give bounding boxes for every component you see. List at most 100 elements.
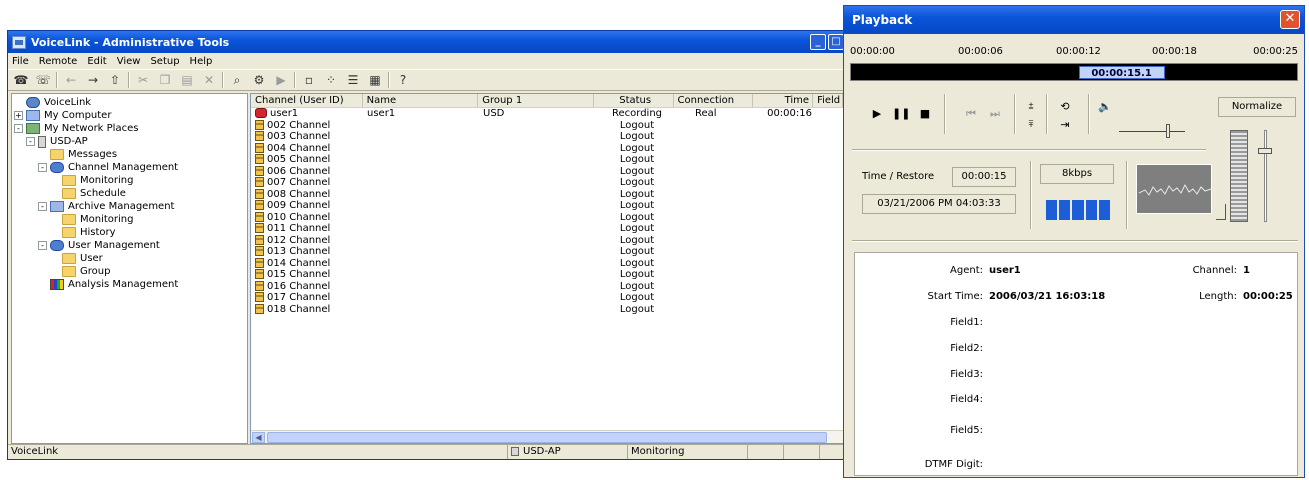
column-connection[interactable]: Connection bbox=[674, 94, 754, 107]
tree-item[interactable]: Group bbox=[14, 265, 245, 278]
tree-item[interactable]: VoiceLink bbox=[14, 96, 245, 109]
play-icon[interactable]: ▶ bbox=[868, 105, 886, 123]
table-row[interactable]: 010 Channel Logout bbox=[251, 211, 843, 224]
channel-icon bbox=[255, 177, 264, 188]
collapse-icon[interactable]: - bbox=[38, 202, 47, 211]
small-icons-view-icon[interactable]: ⁘ bbox=[322, 72, 340, 88]
channel-label: 008 Channel bbox=[267, 188, 331, 200]
minimize-button[interactable]: _ bbox=[810, 34, 826, 50]
menu-remote[interactable]: Remote bbox=[39, 56, 78, 67]
tree-item[interactable]: - USD-AP bbox=[14, 135, 245, 148]
speaker-icon[interactable]: 🔈 bbox=[1096, 98, 1114, 116]
help-icon[interactable]: ? bbox=[394, 72, 412, 88]
repeat-icon[interactable]: ⟲ bbox=[1056, 98, 1074, 116]
table-row[interactable]: 007 Channel Logout bbox=[251, 177, 843, 189]
table-row[interactable]: 018 Channel Logout bbox=[251, 303, 843, 316]
table-row[interactable]: 005 Channel Logout bbox=[251, 154, 843, 166]
paste-icon[interactable]: ▤ bbox=[178, 72, 196, 88]
properties-icon[interactable]: ⚙ bbox=[250, 72, 268, 88]
tree-item[interactable]: Monitoring bbox=[14, 213, 245, 226]
list-view-icon[interactable]: ☰ bbox=[344, 72, 362, 88]
large-icons-view-icon[interactable]: ▫ bbox=[300, 72, 318, 88]
column-group[interactable]: Group 1 bbox=[478, 94, 594, 107]
tree-item[interactable]: - Archive Management bbox=[14, 200, 245, 213]
table-row[interactable]: 012 Channel Logout bbox=[251, 234, 843, 247]
skip-forward-icon[interactable]: ⏭ bbox=[986, 105, 1004, 123]
disconnect-icon[interactable]: ☏ bbox=[34, 72, 52, 88]
column-name[interactable]: Name bbox=[363, 94, 479, 107]
table-row[interactable]: 002 Channel Logout bbox=[251, 119, 843, 132]
tree-item[interactable]: Monitoring bbox=[14, 174, 245, 187]
table-row[interactable]: 016 Channel Logout bbox=[251, 280, 843, 293]
normalize-button[interactable]: Normalize bbox=[1218, 97, 1296, 117]
table-row[interactable]: 004 Channel Logout bbox=[251, 142, 843, 155]
pause-icon[interactable]: ❚❚ bbox=[892, 105, 910, 123]
maximize-button[interactable]: □ bbox=[828, 34, 844, 50]
table-row[interactable]: user1 user1 USD Recording Real 00:00:16 bbox=[251, 108, 843, 120]
column-status[interactable]: Status bbox=[594, 94, 674, 107]
gain-slider-knob[interactable] bbox=[1258, 148, 1272, 154]
gain-slider[interactable] bbox=[1264, 130, 1267, 222]
cut-icon[interactable]: ✂ bbox=[134, 72, 152, 88]
column-time[interactable]: Time bbox=[753, 94, 814, 107]
table-row[interactable]: 014 Channel Logout bbox=[251, 257, 843, 270]
scroll-thumb[interactable] bbox=[267, 432, 827, 443]
collapse-icon[interactable]: - bbox=[26, 137, 35, 146]
play-icon[interactable]: ▶ bbox=[272, 72, 290, 88]
table-row[interactable]: 006 Channel Logout bbox=[251, 165, 843, 178]
table-row[interactable]: 013 Channel Logout bbox=[251, 246, 843, 258]
tree-item[interactable]: History bbox=[14, 226, 245, 239]
menu-edit[interactable]: Edit bbox=[87, 56, 106, 67]
volume-slider[interactable] bbox=[1119, 131, 1185, 132]
expand-icon[interactable]: + bbox=[14, 111, 23, 120]
menu-file[interactable]: File bbox=[12, 56, 29, 67]
table-row[interactable]: 008 Channel Logout bbox=[251, 188, 843, 201]
menu-setup[interactable]: Setup bbox=[150, 56, 179, 67]
speed-down-icon[interactable]: ⩱ bbox=[1022, 116, 1040, 134]
scroll-left-icon[interactable]: ◀ bbox=[252, 432, 265, 443]
separator bbox=[1088, 94, 1090, 134]
tree-item[interactable]: + My Computer bbox=[14, 109, 245, 122]
tree-item[interactable]: - Channel Management bbox=[14, 161, 245, 174]
tree-item[interactable]: Analysis Management bbox=[14, 278, 245, 291]
column-channel[interactable]: Channel (User ID) bbox=[251, 94, 363, 107]
timeline-bar[interactable]: 00:00:15.1 bbox=[850, 63, 1298, 81]
collapse-icon[interactable]: - bbox=[38, 241, 47, 250]
connection-cell: Real bbox=[695, 108, 717, 120]
delete-icon[interactable]: ✕ bbox=[200, 72, 218, 88]
stop-icon[interactable]: ■ bbox=[916, 105, 934, 123]
playback-title-bar[interactable]: Playback ✕ bbox=[844, 6, 1304, 34]
search-icon[interactable]: ⌕ bbox=[228, 72, 246, 88]
menu-view[interactable]: View bbox=[117, 56, 141, 67]
copy-icon[interactable]: ❐ bbox=[156, 72, 174, 88]
menu-help[interactable]: Help bbox=[190, 56, 213, 67]
table-row[interactable]: 011 Channel Logout bbox=[251, 223, 843, 235]
table-row[interactable]: 015 Channel Logout bbox=[251, 269, 843, 281]
speed-up-icon[interactable]: ⩲ bbox=[1022, 98, 1040, 116]
collapse-icon[interactable]: - bbox=[38, 163, 47, 172]
title-bar[interactable]: VoiceLink - Administrative Tools _ □ bbox=[8, 31, 844, 53]
up-folder-icon[interactable]: ⇧ bbox=[106, 72, 124, 88]
toolbar-separator bbox=[222, 72, 224, 88]
volume-knob[interactable] bbox=[1166, 124, 1170, 138]
table-row[interactable]: 017 Channel Logout bbox=[251, 292, 843, 304]
details-view-icon[interactable]: ▦ bbox=[366, 72, 384, 88]
jump-icon[interactable]: ⇥ bbox=[1056, 116, 1074, 134]
tree-item[interactable]: Messages bbox=[14, 148, 245, 161]
channel-icon bbox=[255, 188, 264, 199]
tree-item[interactable]: - User Management bbox=[14, 239, 245, 252]
table-row[interactable]: 003 Channel Logout bbox=[251, 131, 843, 143]
tree-item[interactable]: - My Network Places bbox=[14, 122, 245, 135]
back-icon[interactable]: ← bbox=[62, 72, 80, 88]
current-time-marker[interactable]: 00:00:15.1 bbox=[1078, 66, 1165, 79]
table-row[interactable]: 009 Channel Logout bbox=[251, 200, 843, 212]
tree-item[interactable]: Schedule bbox=[14, 187, 245, 200]
connect-icon[interactable]: ☎ bbox=[12, 72, 30, 88]
horizontal-scrollbar[interactable]: ◀ bbox=[251, 430, 843, 443]
skip-back-icon[interactable]: ⏮ bbox=[962, 105, 980, 123]
collapse-icon[interactable]: - bbox=[14, 124, 23, 133]
close-icon[interactable]: ✕ bbox=[1280, 10, 1300, 29]
forward-icon[interactable]: → bbox=[84, 72, 102, 88]
tree-item[interactable]: User bbox=[14, 252, 245, 265]
column-field[interactable]: Field bbox=[813, 94, 843, 107]
